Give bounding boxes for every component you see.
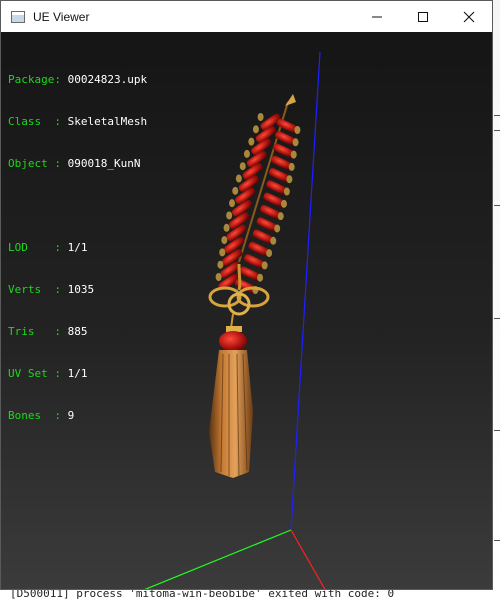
- minimize-button[interactable]: [354, 1, 400, 32]
- verts-value: 1035: [67, 283, 95, 296]
- tris-label: Tris :: [8, 325, 61, 338]
- close-button[interactable]: [446, 1, 492, 32]
- window-app-icon[interactable]: [11, 10, 25, 23]
- verts-label: Verts :: [8, 283, 61, 296]
- package-label: Package:: [8, 73, 61, 86]
- 3d-viewport[interactable]: Package: 00024823.upk Class : SkeletalMe…: [1, 32, 492, 589]
- axis-y-line: [144, 529, 292, 589]
- object-label: Object :: [8, 157, 61, 170]
- ue-viewer-window[interactable]: UE Viewer Package: 00024823.upk Class: …: [0, 0, 493, 590]
- firecracker-mesh: [208, 94, 301, 479]
- package-value: 00024823.upk: [67, 73, 148, 86]
- tris-value: 885: [67, 325, 88, 338]
- axis-z-line: [290, 51, 321, 531]
- bones-value: 9: [67, 409, 75, 422]
- class-value: SkeletalMesh: [67, 115, 148, 128]
- object-value: 090018_KunN: [67, 157, 141, 170]
- close-icon: [463, 11, 475, 22]
- uvset-label: UV Set :: [8, 367, 61, 380]
- class-label: Class :: [8, 115, 61, 128]
- maximize-button[interactable]: [400, 1, 446, 32]
- bones-label: Bones :: [8, 409, 61, 422]
- axis-x-line: [290, 529, 326, 589]
- mesh-info-panel: Package: 00024823.upk Class : SkeletalMe…: [8, 45, 147, 451]
- title-bar[interactable]: UE Viewer: [1, 1, 492, 32]
- maximize-icon: [418, 11, 428, 22]
- minimize-icon: [372, 16, 382, 17]
- lod-label: LOD :: [8, 241, 61, 254]
- uvset-value: 1/1: [67, 367, 88, 380]
- lod-value: 1/1: [67, 241, 88, 254]
- caption-buttons: [354, 1, 492, 32]
- window-title: UE Viewer: [33, 9, 90, 24]
